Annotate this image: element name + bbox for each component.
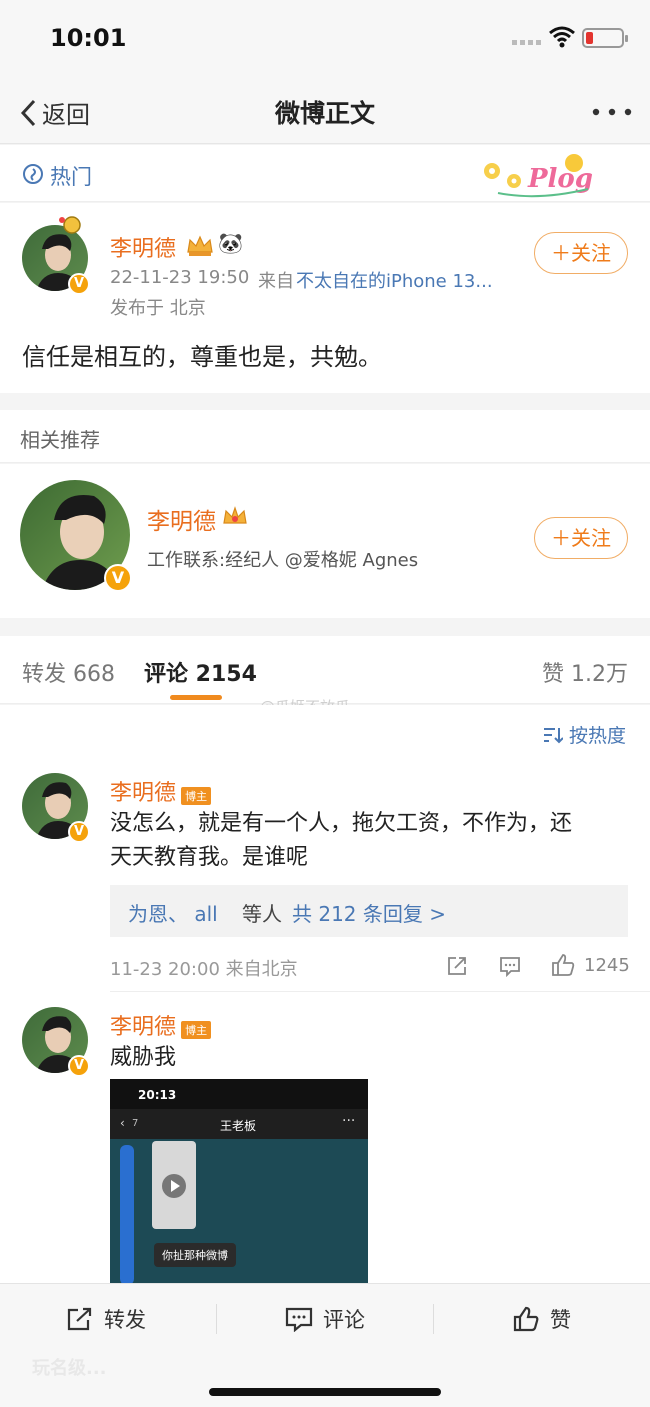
sort-label: 按热度: [569, 725, 627, 747]
repost-label: 转发: [104, 1308, 146, 1332]
sort-icon: [544, 727, 563, 743]
related-follow-button[interactable]: ＋关注: [534, 517, 628, 559]
more-icon[interactable]: [592, 108, 632, 116]
post-location: 发布于 北京: [110, 298, 206, 319]
repost-button[interactable]: 转发: [66, 1304, 146, 1334]
like-label: 赞: [550, 1308, 571, 1332]
comment-time: 11-23 20:00 来自北京: [110, 959, 298, 980]
hot-tag-bar: 热门 Plog: [0, 145, 650, 202]
cellular-signal-icon: [512, 40, 541, 45]
tab-comments[interactable]: 评论 2154: [144, 656, 257, 688]
comment-divider: [110, 991, 650, 992]
related-name[interactable]: 李明德: [147, 502, 216, 536]
corner-watermark: 玩名级...: [32, 1358, 107, 1379]
battery-icon: [582, 28, 628, 48]
bottom-separator: [433, 1304, 434, 1334]
decoration-crown-icon: [56, 215, 82, 235]
comment-header: 李明德 博主: [110, 1009, 212, 1041]
comment-author[interactable]: 李明德: [110, 1015, 176, 1040]
comment-text-line1: 没怎么，就是有一个人，拖欠工资，不作为，还: [110, 811, 573, 836]
comment-text-line2: 天天教育我。是谁呢: [110, 845, 309, 870]
image-thumbnail: [152, 1141, 196, 1229]
image-more-icon: ···: [342, 1113, 356, 1129]
vip-crown-icon: [223, 506, 247, 524]
author-badge: 博主: [181, 1020, 212, 1039]
status-time: 10:01: [50, 24, 127, 52]
comment-label: 评论: [323, 1308, 365, 1332]
comment-icon: [285, 1307, 313, 1332]
author-badge: 博主: [181, 786, 212, 805]
comment-text: 威胁我: [110, 1045, 177, 1070]
verified-badge-icon: V: [68, 273, 90, 295]
related-heading: 相关推荐: [20, 428, 100, 452]
post-card: V 李明德 🐼 22-11-23 19:50 来自 不太自在的iPhone 13…: [0, 203, 650, 393]
share-icon[interactable]: [446, 955, 468, 977]
image-bubble: 你扯那种微博: [154, 1243, 236, 1267]
nav-bar: 返回 微博正文: [0, 80, 650, 144]
active-tab-indicator: [170, 695, 222, 700]
page-title: 微博正文: [274, 99, 375, 128]
verified-badge-icon: V: [68, 1055, 90, 1077]
reply-names: 为恩、 all: [128, 902, 218, 926]
post-time: 22-11-23 19:50: [110, 267, 250, 288]
related-heading-bar: 相关推荐: [0, 410, 650, 463]
like-button[interactable]: 赞: [512, 1304, 571, 1334]
image-back: ‹: [120, 1116, 125, 1130]
post-source[interactable]: 不太自在的iPhone 13...: [296, 267, 493, 293]
interaction-tabs: 转发 668 评论 2154 赞 1.2万 @瓜姬不放瓜: [0, 636, 650, 716]
post-author-name[interactable]: 李明德: [110, 231, 176, 263]
bottom-action-bar: 转发 评论 赞 玩名级...: [0, 1283, 650, 1407]
image-time: 20:13: [138, 1088, 177, 1102]
verified-badge-icon: V: [68, 821, 90, 843]
panda-emoji-icon: 🐼: [218, 231, 243, 255]
bottom-separator: [216, 1304, 217, 1334]
comment-author[interactable]: 李明德: [110, 781, 176, 806]
plog-sticker-icon: Plog: [484, 154, 593, 198]
post-text: 信任是相互的，尊重也是，共勉。: [22, 343, 382, 371]
hot-tag-icon: [23, 164, 43, 184]
like-count: 1245: [584, 955, 630, 976]
vip-crown-icon: [187, 235, 213, 256]
tab-likes[interactable]: 赞 1.2万: [542, 656, 628, 688]
repost-icon: [67, 1307, 92, 1331]
status-bar: 10:01: [0, 0, 650, 80]
comment-image[interactable]: 20:13 ‹ 7 王老板 ··· 你扯那种微博: [110, 1079, 368, 1283]
image-chat-title: 王老板: [220, 1119, 257, 1133]
image-back-count: 7: [132, 1118, 139, 1129]
related-card[interactable]: V 李明德 工作联系:经纪人 @爱格妮 Agnes ＋关注: [0, 464, 650, 618]
play-icon: [162, 1174, 186, 1198]
follow-button[interactable]: ＋关注: [534, 232, 628, 274]
reply-preview[interactable]: 为恩、 all 等人 共 212 条回复 >: [110, 885, 628, 937]
related-desc: 工作联系:经纪人 @爱格妮 Agnes: [147, 550, 419, 571]
comment-list: 按热度 V 李明德 博主 没怎么，就是有一个人，拖欠工资，不作为，还 天天教育我…: [0, 705, 650, 1283]
comment-button[interactable]: 评论: [285, 1304, 365, 1334]
tab-repost[interactable]: 转发 668: [22, 656, 115, 688]
comment-header: 李明德 博主: [110, 775, 212, 807]
wifi-icon: [549, 26, 575, 48]
reply-count-link[interactable]: 共 212 条回复 >: [292, 898, 446, 927]
image-blue-strip: [120, 1145, 134, 1283]
sort-button[interactable]: 按热度: [543, 721, 626, 748]
post-source-prefix: 来自: [258, 271, 294, 292]
comment-icon[interactable]: [499, 955, 521, 977]
home-indicator[interactable]: [209, 1388, 441, 1396]
hot-tag-label[interactable]: 热门: [50, 161, 92, 191]
like-icon[interactable]: [550, 952, 576, 978]
verified-badge-icon: V: [104, 564, 132, 592]
reply-suffix: 等人: [242, 902, 282, 926]
like-icon: [513, 1306, 539, 1332]
